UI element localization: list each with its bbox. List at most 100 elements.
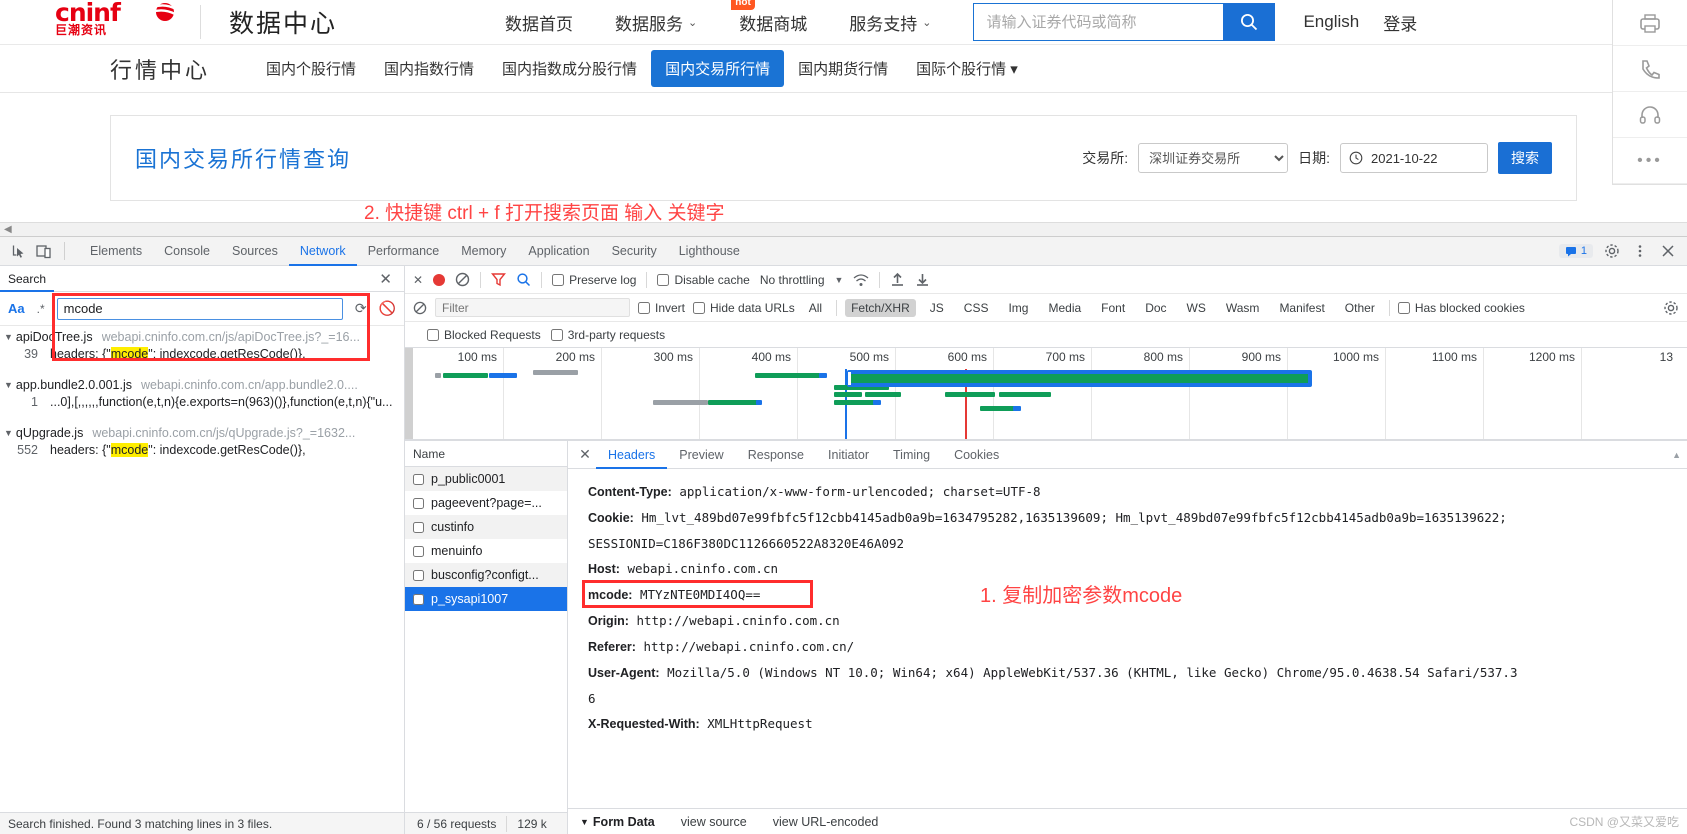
tab-elements[interactable]: Elements <box>79 237 153 266</box>
subnav-item-5[interactable]: 国际个股行情 ▾ <box>902 50 1032 87</box>
site-logo[interactable]: cninf 巨潮资讯 <box>0 0 192 42</box>
scroll-left-arrow[interactable]: ◀ <box>4 224 12 235</box>
tab-application[interactable]: Application <box>517 237 600 266</box>
view-url-encoded-link[interactable]: view URL-encoded <box>773 815 879 829</box>
request-row-0[interactable]: p_public0001 <box>405 467 567 491</box>
search-result-line[interactable]: 39 headers: {"mcode": indexcode.getResCo… <box>0 346 404 362</box>
exchange-select[interactable]: 深圳证券交易所 <box>1138 143 1289 173</box>
subnav-item-1[interactable]: 国内指数行情 <box>370 50 488 87</box>
tab-lighthouse[interactable]: Lighthouse <box>668 237 751 266</box>
third-party-requests-checkbox[interactable]: 3rd-party requests <box>550 328 665 342</box>
request-checkbox[interactable] <box>413 473 424 485</box>
topnav-item-2[interactable]: hot 数据商城 <box>731 0 807 35</box>
gear-icon[interactable] <box>1603 242 1621 260</box>
request-row-1[interactable]: pageevent?page=... <box>405 491 567 515</box>
search-result-file[interactable]: ▼ apiDocTree.js webapi.cninfo.com.cn/js/… <box>0 328 404 346</box>
record-icon[interactable] <box>433 273 446 286</box>
regex-toggle[interactable]: .* <box>37 302 45 316</box>
scroll-up-arrow[interactable]: ▲ <box>1672 450 1681 460</box>
hide-data-urls-input[interactable] <box>693 301 706 314</box>
type-filter-doc[interactable]: Doc <box>1139 299 1172 317</box>
chevron-down-icon[interactable]: ▼ <box>835 275 844 285</box>
search-query-input[interactable] <box>56 297 343 320</box>
messages-badge[interactable]: 1 <box>1558 244 1593 258</box>
disable-cache-input[interactable] <box>657 273 670 286</box>
type-filter-ws[interactable]: WS <box>1181 299 1212 317</box>
refresh-icon[interactable]: ⟳ <box>355 300 367 317</box>
type-filter-fetch-xhr[interactable]: Fetch/XHR <box>845 298 916 317</box>
tab-console[interactable]: Console <box>153 237 221 266</box>
topnav-item-3[interactable]: 服务支持 ⌄ <box>849 10 931 35</box>
request-row-5[interactable]: p_sysapi1007 <box>405 587 567 611</box>
tab-security[interactable]: Security <box>601 237 668 266</box>
blocked-requests-input[interactable] <box>427 328 439 341</box>
language-switch[interactable]: English <box>1303 12 1359 32</box>
detail-close-icon[interactable]: ✕ <box>574 446 596 463</box>
topnav-item-1[interactable]: 数据服务 ⌄ <box>615 10 697 35</box>
close-icon[interactable] <box>1659 242 1677 260</box>
search-close-icon[interactable]: ✕ <box>379 270 404 288</box>
has-blocked-cookies-input[interactable] <box>1397 301 1410 314</box>
type-filter-media[interactable]: Media <box>1042 299 1087 317</box>
request-row-2[interactable]: custinfo <box>405 515 567 539</box>
invert-input[interactable] <box>638 301 650 314</box>
network-close-icon[interactable]: ✕ <box>413 273 423 287</box>
third-party-requests-input[interactable] <box>550 328 563 341</box>
blocked-requests-checkbox[interactable]: Blocked Requests <box>427 328 541 342</box>
type-filter-img[interactable]: Img <box>1002 299 1034 317</box>
float-item-headset[interactable] <box>1613 92 1687 138</box>
filter-input[interactable] <box>435 298 630 317</box>
device-toolbar-icon[interactable] <box>34 242 52 260</box>
more-vertical-icon[interactable] <box>1631 242 1649 260</box>
login-link[interactable]: 登录 <box>1383 10 1417 35</box>
search-button[interactable] <box>1223 3 1276 41</box>
tab-network[interactable]: Network <box>289 237 357 266</box>
tab-sources[interactable]: Sources <box>221 237 289 266</box>
request-checkbox[interactable] <box>413 569 424 581</box>
request-row-3[interactable]: menuinfo <box>405 539 567 563</box>
type-filter-font[interactable]: Font <box>1095 299 1131 317</box>
type-filter-js[interactable]: JS <box>924 299 950 317</box>
network-timeline-overview[interactable]: 100 ms 200 ms 300 ms 400 ms 500 ms 600 m… <box>405 348 1687 440</box>
form-data-section[interactable]: ▼ Form Data view source view URL-encoded <box>568 808 1687 834</box>
clear-icon[interactable]: 🚫 <box>379 300 396 317</box>
search-tab[interactable]: Search <box>0 266 54 292</box>
query-search-button[interactable]: 搜索 <box>1498 142 1552 174</box>
disable-cache-checkbox[interactable]: Disable cache <box>657 273 750 287</box>
import-har-icon[interactable] <box>890 272 905 287</box>
detail-tab-initiator[interactable]: Initiator <box>816 441 881 469</box>
detail-tab-preview[interactable]: Preview <box>667 441 735 469</box>
filter-icon[interactable] <box>491 272 507 287</box>
type-filter-css[interactable]: CSS <box>958 299 995 317</box>
type-filter-all[interactable]: All <box>803 299 828 317</box>
float-item-phone[interactable] <box>1613 46 1687 92</box>
float-item-fax[interactable] <box>1613 0 1687 46</box>
invert-checkbox[interactable]: Invert <box>638 301 685 315</box>
has-blocked-cookies-checkbox[interactable]: Has blocked cookies <box>1397 301 1525 315</box>
inspect-element-icon[interactable] <box>10 242 28 260</box>
topnav-item-0[interactable]: 数据首页 <box>505 10 573 35</box>
type-filter-wasm[interactable]: Wasm <box>1220 299 1266 317</box>
hide-data-urls-checkbox[interactable]: Hide data URLs <box>693 301 795 315</box>
match-case-toggle[interactable]: Aa <box>8 301 25 316</box>
detail-tab-response[interactable]: Response <box>736 441 816 469</box>
detail-tab-headers[interactable]: Headers <box>596 441 667 469</box>
subnav-item-0[interactable]: 国内个股行情 <box>252 50 370 87</box>
search-result-file[interactable]: ▼ qUpgrade.js webapi.cninfo.com.cn/js/qU… <box>0 424 404 442</box>
form-data-title[interactable]: ▼ Form Data <box>580 815 655 829</box>
type-filter-manifest[interactable]: Manifest <box>1273 299 1330 317</box>
request-checkbox[interactable] <box>413 497 424 509</box>
preserve-log-checkbox[interactable]: Preserve log <box>552 273 636 287</box>
subnav-item-2[interactable]: 国内指数成分股行情 <box>488 50 651 87</box>
search-icon[interactable] <box>516 272 531 287</box>
request-checkbox[interactable] <box>413 545 424 557</box>
network-conditions-icon[interactable] <box>853 272 869 288</box>
date-field[interactable]: 2021-10-22 <box>1340 143 1488 173</box>
detail-tab-cookies[interactable]: Cookies <box>942 441 1011 469</box>
float-item-more[interactable]: ••• <box>1613 138 1687 184</box>
search-input[interactable] <box>973 3 1224 41</box>
tab-memory[interactable]: Memory <box>450 237 517 266</box>
timeline-left-handle[interactable] <box>405 348 413 439</box>
export-har-icon[interactable] <box>915 272 930 287</box>
block-icon[interactable] <box>413 301 427 315</box>
